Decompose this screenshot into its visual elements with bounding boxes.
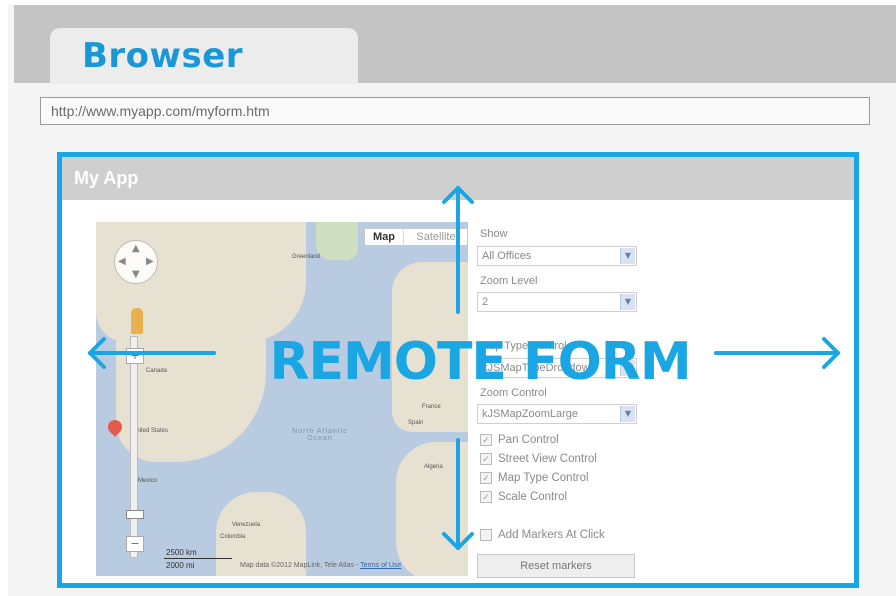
address-bar[interactable]: http://www.myapp.com/myform.htm [40, 97, 870, 125]
remote-form-label: REMOTE FORM [269, 332, 691, 392]
browser-tab-title: Browser [82, 36, 244, 76]
url-text: http://www.myapp.com/myform.htm [51, 103, 270, 119]
browser-tab[interactable]: Browser [50, 28, 358, 84]
